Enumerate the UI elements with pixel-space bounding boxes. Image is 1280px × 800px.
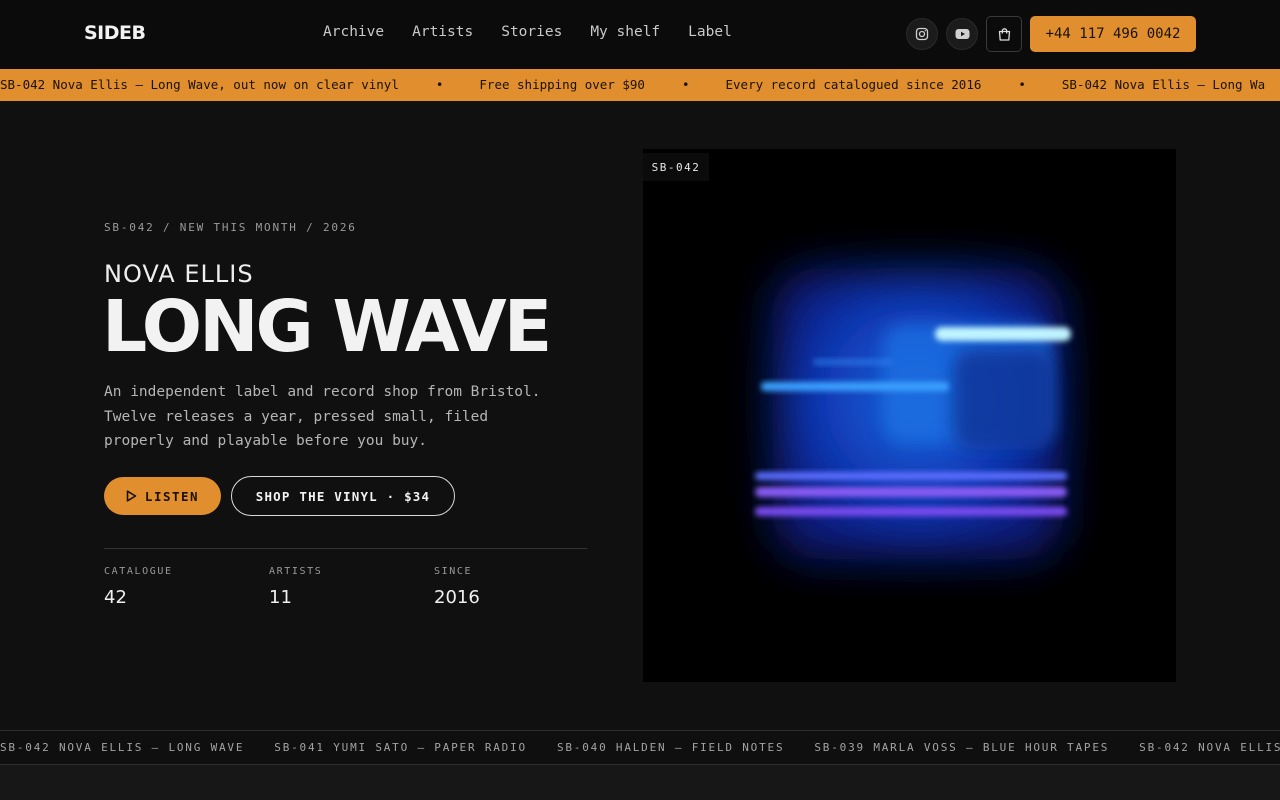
catalogue-item[interactable]: SB-042 NOVA ELLIS — LONG WAVE	[0, 741, 244, 754]
instagram-icon	[915, 27, 929, 41]
stat-label: SINCE	[434, 566, 473, 577]
stat-value: 11	[269, 587, 292, 608]
stat-catalogue: CATALOGUE 42	[104, 566, 173, 608]
stat-label: ARTISTS	[269, 566, 323, 577]
stat-value: 42	[104, 587, 127, 608]
artist-name: NOVA ELLIS	[104, 260, 254, 288]
promo-ticker: SB-042 Nova Ellis — Long Wave, out now o…	[0, 69, 1280, 101]
catalogue-track: SB-042 NOVA ELLIS — LONG WAVE SB-041 YUMI…	[0, 741, 1280, 754]
stat-artists: ARTISTS 11	[269, 566, 322, 608]
stats-divider	[104, 548, 587, 549]
release-eyebrow: SB-042 / NEW THIS MONTH / 2026	[104, 221, 357, 234]
next-section-edge	[0, 765, 1280, 800]
album-title: LONG WAVE	[102, 285, 552, 368]
shopping-bag-icon	[998, 27, 1010, 41]
instagram-button[interactable]	[906, 18, 938, 50]
catalogue-item[interactable]: SB-041 YUMI SATO — PAPER RADIO	[274, 741, 527, 754]
stat-since: SINCE 2016	[434, 566, 480, 608]
cart-button[interactable]	[986, 16, 1022, 52]
promo-item: Free shipping over $90	[479, 77, 645, 92]
nav-link-stories[interactable]: Stories	[501, 24, 562, 40]
promo-item: SB-042 Nova Ellis — Long Wa	[1061, 77, 1266, 92]
listen-button[interactable]: LISTEN	[104, 477, 221, 515]
youtube-button[interactable]	[946, 18, 978, 50]
stat-label: CATALOGUE	[104, 566, 173, 577]
play-icon	[126, 490, 137, 502]
catalogue-ticker: SB-042 NOVA ELLIS — LONG WAVE SB-041 YUMI…	[0, 730, 1280, 765]
cover-catalog-tag: SB-042	[643, 153, 709, 181]
main-nav: Archive Artists Stories My shelf Label	[323, 24, 760, 40]
site-header: SIDEB Archive Artists Stories My shelf L…	[0, 0, 1280, 69]
listen-label: LISTEN	[144, 488, 200, 504]
promo-item: Every record catalogued since 2016	[725, 77, 982, 92]
promo-separator: •	[435, 77, 444, 92]
promo-separator: •	[1018, 77, 1026, 92]
shop-vinyl-button[interactable]: SHOP THE VINYL · $34	[231, 476, 455, 516]
nav-link-label[interactable]: Label	[688, 24, 732, 40]
nav-link-my-shelf[interactable]: My shelf	[590, 24, 660, 40]
promo-separator: •	[681, 77, 690, 92]
nav-link-archive[interactable]: Archive	[323, 24, 384, 40]
cover-artwork	[643, 149, 1176, 682]
stat-value: 2016	[434, 587, 480, 608]
catalogue-item[interactable]: SB-042 NOVA ELLIS	[1139, 741, 1280, 754]
promo-track: SB-042 Nova Ellis — Long Wave, out now o…	[0, 77, 1265, 92]
hero-description: An independent label and record shop fro…	[104, 384, 541, 449]
catalogue-item[interactable]: SB-040 HALDEN — FIELD NOTES	[557, 741, 784, 754]
phone-button[interactable]: +44 117 496 0042	[1030, 16, 1196, 52]
promo-item: SB-042 Nova Ellis — Long Wave, out now o…	[0, 77, 399, 92]
youtube-icon	[955, 29, 969, 39]
nav-link-artists[interactable]: Artists	[412, 24, 473, 40]
album-cover-art[interactable]	[643, 149, 1176, 682]
catalogue-item[interactable]: SB-039 MARLA VOSS — BLUE HOUR TAPES	[814, 741, 1109, 754]
site-logo[interactable]: SIDEB	[84, 22, 146, 44]
